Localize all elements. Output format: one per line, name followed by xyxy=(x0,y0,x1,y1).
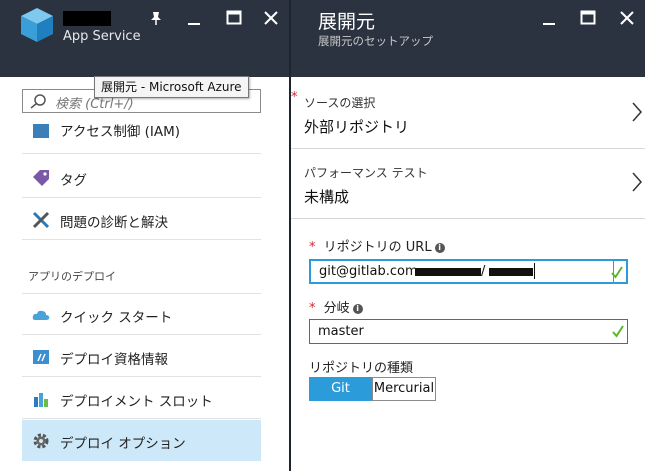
branch-label: * 分岐 i xyxy=(309,297,363,316)
people-icon xyxy=(33,124,49,138)
valid-check-icon xyxy=(611,266,623,279)
repo-url-field[interactable]: git@gitlab.com: / xyxy=(309,259,628,284)
menu-item-deploy-slots[interactable]: デプロイメント スロット xyxy=(22,378,261,419)
text-cursor xyxy=(534,263,535,279)
repo-type-label: リポジトリの種類 xyxy=(309,361,414,376)
app-name-redacted xyxy=(63,11,111,26)
repo-type-git-option-selected[interactable]: Git xyxy=(309,377,372,401)
repo-url-label: * リポジトリの URL i xyxy=(309,236,445,255)
menu-item-access-control[interactable]: アクセス制御 (IAM) xyxy=(22,114,261,154)
branch-field[interactable]: master xyxy=(309,319,628,344)
minimize-icon[interactable] xyxy=(186,12,202,28)
menu-item-deploy-credentials[interactable]: デプロイ資格情報 xyxy=(22,336,261,377)
menu-item-label: アクセス制御 (IAM) xyxy=(60,124,181,140)
app-type-label: App Service xyxy=(63,29,141,44)
info-icon: i xyxy=(434,243,445,253)
branch-input[interactable]: master xyxy=(318,324,364,339)
search-icon xyxy=(30,94,46,109)
maximize-icon[interactable] xyxy=(580,10,596,26)
pin-icon[interactable] xyxy=(148,10,164,26)
credentials-icon xyxy=(33,350,49,364)
menu-item-label: タグ xyxy=(60,173,87,189)
menu-item-label: デプロイメント スロット xyxy=(60,394,213,410)
info-icon: i xyxy=(352,304,363,314)
source-selector[interactable]: * ソースの選択 外部リポジトリ xyxy=(291,79,645,149)
tag-icon xyxy=(33,170,49,186)
redacted-text xyxy=(415,268,481,276)
perf-test-value: 未構成 xyxy=(304,188,350,206)
valid-check-icon xyxy=(612,325,624,338)
cloud-icon xyxy=(32,310,50,320)
perf-test-selector[interactable]: パフォーマンス テスト 未構成 xyxy=(291,149,645,219)
menu-item-quickstart[interactable]: クイック スタート xyxy=(22,294,261,335)
redacted-text xyxy=(489,268,533,276)
chevron-right-icon xyxy=(632,102,643,122)
section-label-app-deploy: アプリのデプロイ xyxy=(28,270,116,283)
menu-item-tags[interactable]: タグ xyxy=(22,157,261,198)
slots-icon xyxy=(34,393,48,407)
menu-item-label: デプロイ資格情報 xyxy=(60,352,168,368)
source-label: ソースの選択 xyxy=(304,96,376,110)
menu-item-label: 問題の診断と解決 xyxy=(60,215,168,231)
perf-test-label: パフォーマンス テスト xyxy=(304,166,428,180)
chevron-right-icon xyxy=(632,172,643,192)
menu-item-label: デプロイ オプション xyxy=(60,436,186,452)
window-tooltip: 展開元 - Microsoft Azure xyxy=(94,76,249,98)
minimize-icon[interactable] xyxy=(541,12,557,28)
wrench-icon xyxy=(32,211,50,229)
close-icon[interactable] xyxy=(619,10,635,26)
repo-type-mercurial-option[interactable]: Mercurial xyxy=(372,377,436,401)
gear-icon xyxy=(33,433,49,449)
blade-subtitle: 展開元のセットアップ xyxy=(318,34,433,48)
blade-title: 展開元 xyxy=(318,11,376,33)
required-mark: * xyxy=(291,90,298,105)
close-icon[interactable] xyxy=(263,10,279,26)
repo-url-input[interactable]: git@gitlab.com: xyxy=(319,264,422,279)
menu-item-label: クイック スタート xyxy=(60,310,173,326)
source-value: 外部リポジトリ xyxy=(304,118,410,136)
maximize-icon[interactable] xyxy=(226,10,242,26)
app-service-icon xyxy=(21,8,53,42)
menu-item-deploy-options-selected[interactable]: デプロイ オプション xyxy=(22,420,261,461)
menu-item-diagnose[interactable]: 問題の診断と解決 xyxy=(22,199,261,240)
